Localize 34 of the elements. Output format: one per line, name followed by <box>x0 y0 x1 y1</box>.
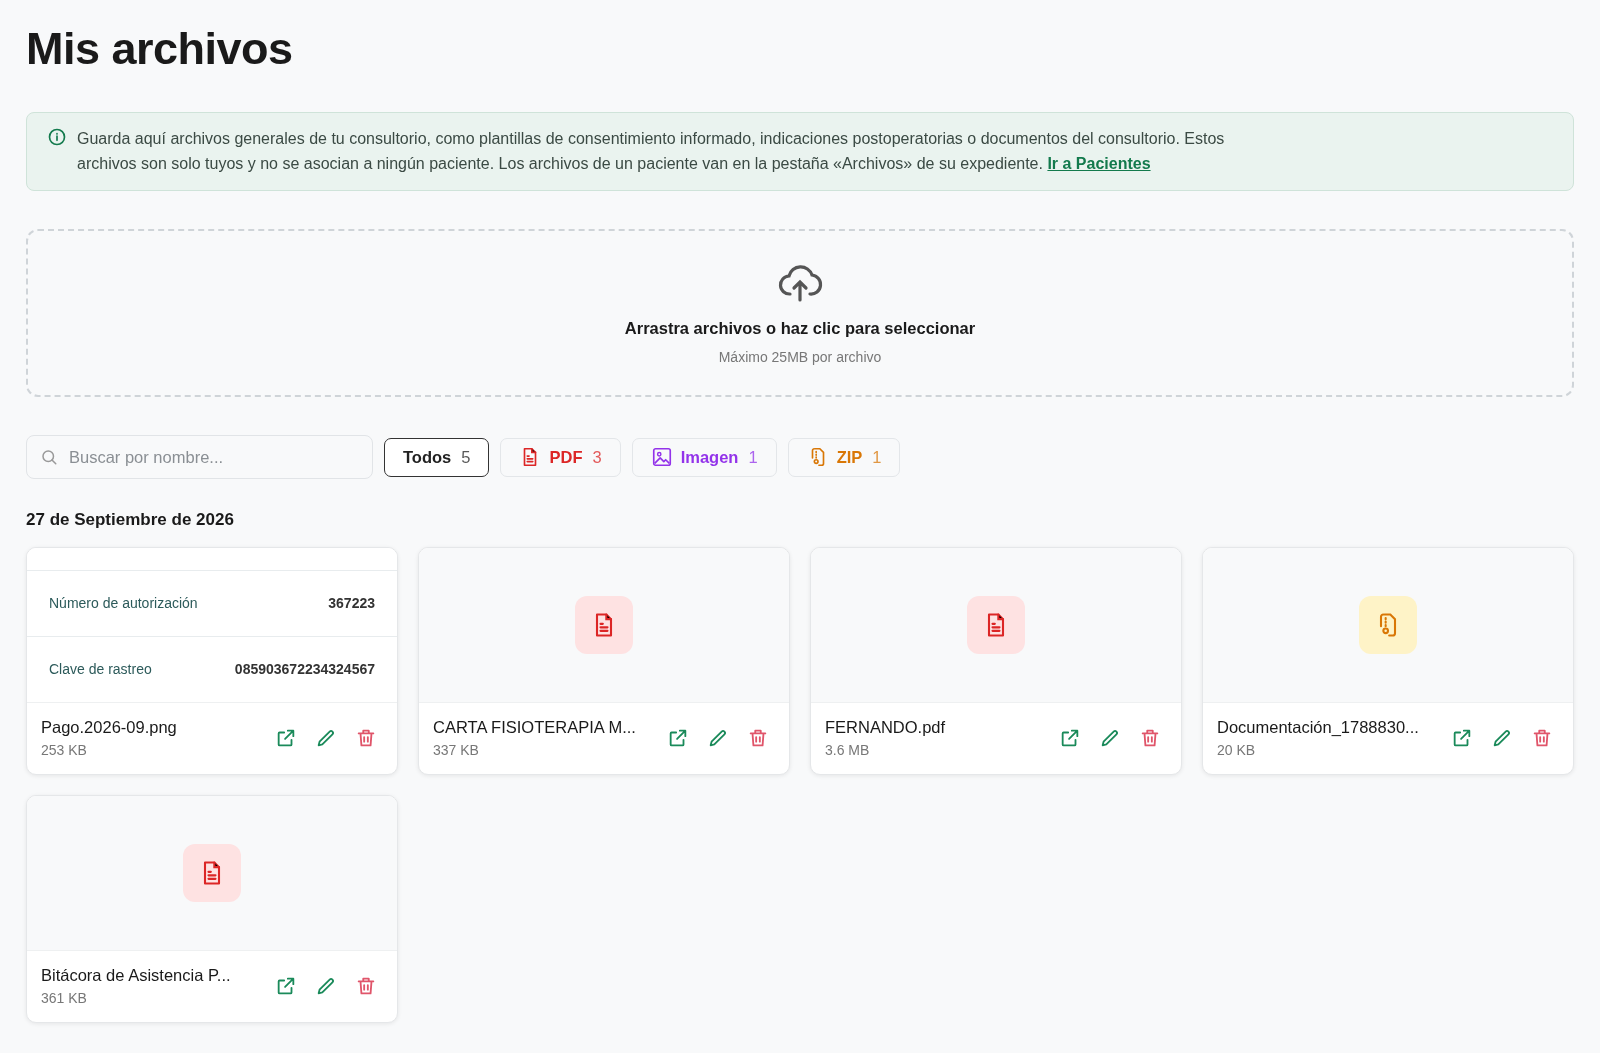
upload-dropzone[interactable]: Arrastra archivos o haz clic para seleccionar Máximo 25MB por archivo <box>26 229 1574 397</box>
file-name: Pago.2026-09.png <box>41 717 178 739</box>
date-heading: 27 de Septiembre de 2026 <box>26 509 235 531</box>
file-name: FERNANDO.pdf <box>825 717 947 739</box>
search-field[interactable]: Buscar por nombre... <box>26 435 373 479</box>
preview-label: Número de autorización <box>49 593 198 613</box>
filter-label: Todos <box>403 446 452 468</box>
preview-label: Clave de rastreo <box>49 659 152 679</box>
filter-label: Imagen <box>680 446 739 468</box>
filter-tab[interactable]: Todos 5 <box>384 437 490 477</box>
filter-label: PDF <box>549 446 583 468</box>
file-size: 361 KB <box>41 988 88 1008</box>
dropzone-title: Arrastra archivos o haz clic para seleccionar <box>624 318 976 340</box>
patients-link[interactable]: Ir a Pacientes <box>1047 154 1151 172</box>
page-title: Mis archivos <box>26 22 294 76</box>
filter-tab[interactable]: PDF 3 <box>500 437 621 477</box>
dropzone-hint: Máximo 25MB por archivo <box>718 347 882 367</box>
filter-count: 1 <box>872 446 882 468</box>
file-name: Bitácora de Asistencia P... <box>41 965 232 987</box>
filter-count: 1 <box>748 446 758 468</box>
filter-count: 3 <box>592 446 602 468</box>
file-name: Documentación_1788830... <box>1217 717 1420 739</box>
file-size: 20 KB <box>1217 740 1257 760</box>
file-size: 253 KB <box>41 740 88 760</box>
info-text: Guarda aquí archivos generales de tu consultorio, como plantillas de consentimiento informado, indicaciones postoperatorias o documentos del consultorio. Estos archivos son solo tuyos y no se asocian a ningún paciente. Los archivos de un paciente van en la pestaña «Archivos» de su expediente. Ir a Pacientes <box>77 129 1226 174</box>
preview-value: 085903672234324567 <box>234 659 375 679</box>
filter-tab[interactable]: Imagen 1 <box>631 437 777 477</box>
filter-label: ZIP <box>836 446 863 468</box>
file-name: CARTA FISIOTERAPIA M... <box>433 717 637 739</box>
filter-count: 5 <box>461 446 471 468</box>
filter-tab[interactable]: ZIP 1 <box>787 437 901 477</box>
preview-value: 367223 <box>328 593 375 613</box>
file-size: 3.6 MB <box>825 740 871 760</box>
file-size: 337 KB <box>433 740 480 760</box>
